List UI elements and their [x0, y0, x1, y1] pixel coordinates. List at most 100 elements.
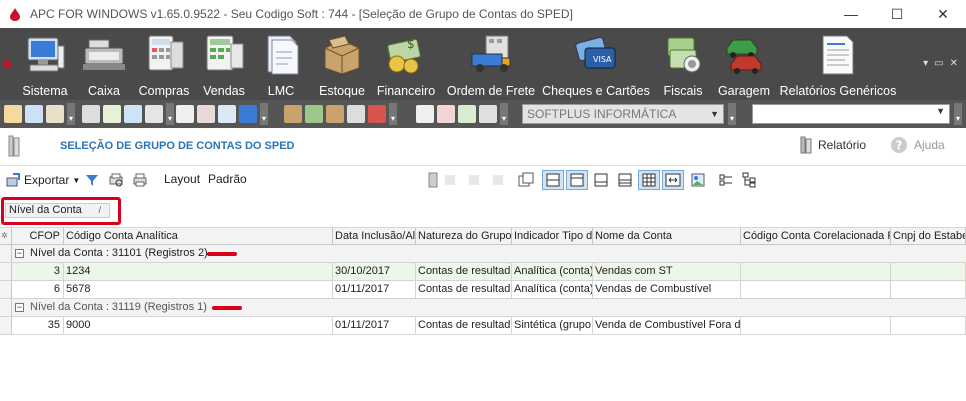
page-header: SELEÇÃO DE GRUPO DE CONTAS DO SPED Relat… [0, 128, 966, 166]
view-mode-4-button[interactable] [614, 170, 636, 190]
quick-tool-icon[interactable] [239, 105, 257, 123]
mdi-restore-button[interactable]: ▭ [934, 58, 943, 69]
cell-cnpj [891, 317, 966, 335]
quick-tool-icon[interactable] [124, 105, 142, 123]
filter-icon[interactable] [84, 172, 100, 188]
highlight-box [1, 197, 121, 225]
close-button[interactable]: ✕ [920, 0, 966, 28]
quick-tool-icon[interactable] [368, 105, 386, 123]
print-preview-icon[interactable] [108, 172, 124, 188]
table-row[interactable]: 6 5678 01/11/2017 Contas de resultad Ana… [0, 281, 966, 299]
quick-tool-icon[interactable] [82, 105, 100, 123]
quick-tool-icon[interactable] [46, 105, 64, 123]
menu-lmc[interactable]: LMC [258, 28, 304, 100]
quick-tool-icon[interactable] [4, 105, 22, 123]
menu-garagem[interactable]: Garagem [716, 28, 772, 100]
quick-group-dropdown[interactable]: ▾ [500, 103, 508, 125]
cell-natureza: Contas de resultad [416, 317, 512, 335]
collapse-icon[interactable]: − [15, 249, 24, 258]
menu-cheques-e-cartoes-label: Cheques e Cartões [542, 84, 650, 98]
table-row[interactable]: 35 9000 01/11/2017 Contas de resultad Si… [0, 317, 966, 335]
quick-group-dropdown[interactable]: ▾ [67, 103, 75, 125]
col-header-natureza[interactable]: Natureza do Grupo [416, 227, 512, 245]
maximize-button[interactable]: ☐ [874, 0, 920, 28]
group-label: Nível da Conta : 31101 (Registros 2) [30, 247, 208, 259]
col-header-nome[interactable]: Nome da Conta [593, 227, 741, 245]
cell-indicador: Sintética (grupo [512, 317, 593, 335]
quick-tool-icon[interactable] [197, 105, 215, 123]
minimize-button[interactable]: — [828, 0, 874, 28]
menu-cheques-e-cartoes[interactable]: VISA Cheques e Cartões [542, 28, 650, 100]
quick-tool-icon[interactable] [347, 105, 365, 123]
group-row[interactable]: − Nível da Conta : 31119 (Registros 1) [0, 299, 966, 317]
menu-caixa[interactable]: Caixa [80, 28, 128, 100]
menu-ordem-de-frete[interactable]: Ordem de Frete [446, 28, 536, 100]
highlight-mark [207, 252, 237, 256]
col-header-corel[interactable]: Código Conta Corelacionada R [741, 227, 891, 245]
expand-all-icon[interactable] [718, 172, 734, 188]
quick-tool-icon[interactable] [458, 105, 476, 123]
quick-tool-icon[interactable] [479, 105, 497, 123]
quick-tool-icon[interactable] [416, 105, 434, 123]
cars-icon [726, 39, 762, 74]
menu-vendas[interactable]: Vendas [198, 28, 250, 100]
fit-columns-button[interactable] [662, 170, 684, 190]
quick-group-dropdown[interactable]: ▾ [166, 103, 174, 125]
quick-group-dropdown[interactable]: ▾ [954, 103, 962, 125]
menu-sistema[interactable]: Sistema [18, 28, 72, 100]
help-button[interactable]: ? Ajuda [890, 136, 945, 154]
gridlines-button[interactable] [638, 170, 660, 190]
cell-data: 01/11/2017 [333, 317, 416, 335]
layout-grid-icon [546, 173, 560, 187]
col-header-data[interactable]: Data Inclusão/Al [333, 227, 416, 245]
menu-relatorios-genericos[interactable]: Relatórios Genéricos [780, 28, 896, 100]
quick-tool-icon[interactable] [326, 105, 344, 123]
menu-financeiro[interactable]: $ Financeiro [376, 28, 436, 100]
table-row[interactable]: 3 1234 30/10/2017 Contas de resultad Ana… [0, 263, 966, 281]
quick-group-dropdown[interactable]: ▾ [389, 103, 397, 125]
cell-natureza: Contas de resultad [416, 263, 512, 281]
layout-default-button[interactable]: Padrão [208, 172, 247, 186]
image-icon[interactable] [690, 172, 706, 188]
menu-estoque[interactable]: Estoque [316, 28, 368, 100]
columns-chooser-icon[interactable] [518, 172, 534, 188]
quick-group-dropdown[interactable]: ▾ [260, 103, 268, 125]
col-header-cnpj[interactable]: Cnpj do Estabe [891, 227, 966, 245]
col-header-cfop[interactable]: CFOP [12, 227, 64, 245]
cell-nome: Vendas de Combustível [593, 281, 741, 299]
layout-label: Layout [164, 172, 201, 186]
printer-icon[interactable] [132, 172, 148, 188]
quick-tool-icon[interactable] [145, 105, 163, 123]
quick-tool-icon[interactable] [437, 105, 455, 123]
report-icon [822, 35, 854, 75]
quick-tool-icon[interactable] [25, 105, 43, 123]
view-mode-3-button[interactable] [590, 170, 612, 190]
view-mode-2-button[interactable] [566, 170, 588, 190]
quick-tool-icon[interactable] [176, 105, 194, 123]
quick-tool-icon[interactable] [284, 105, 302, 123]
page-title: SELEÇÃO DE GRUPO DE CONTAS DO SPED [60, 140, 295, 152]
cell-corel [741, 281, 891, 299]
group-row[interactable]: − Nível da Conta : 31101 (Registros 2) [0, 245, 966, 263]
quick-tool-icon[interactable] [218, 105, 236, 123]
menu-fiscais[interactable]: Fiscais [660, 28, 706, 100]
mdi-close-button[interactable]: ✕ [950, 58, 958, 69]
collapse-icon[interactable]: − [15, 303, 24, 312]
menu-compras[interactable]: Compras [136, 28, 192, 100]
mdi-dropdown-button[interactable]: ▾ [923, 58, 928, 69]
export-icon [6, 173, 20, 187]
quick-tool-icon[interactable] [103, 105, 121, 123]
search-combo[interactable]: ▼ [752, 104, 950, 124]
disabled-tool-icon [445, 175, 455, 185]
company-select[interactable]: SOFTPLUS INFORMÁTICA ▼ [522, 104, 724, 124]
quick-group-7: ▾ [954, 103, 962, 125]
report-button[interactable]: Relatório [800, 136, 866, 154]
quick-tool-icon[interactable] [305, 105, 323, 123]
col-header-codigo[interactable]: Código Conta Analítica [64, 227, 333, 245]
quick-group-dropdown[interactable]: ▾ [728, 103, 736, 125]
row-selector-header[interactable]: ✲ [0, 227, 12, 245]
col-header-indicador[interactable]: Indicador Tipo d [512, 227, 593, 245]
tree-icon[interactable] [742, 172, 758, 188]
view-mode-1-button[interactable] [542, 170, 564, 190]
export-button[interactable]: Exportar ▼ [5, 172, 80, 188]
